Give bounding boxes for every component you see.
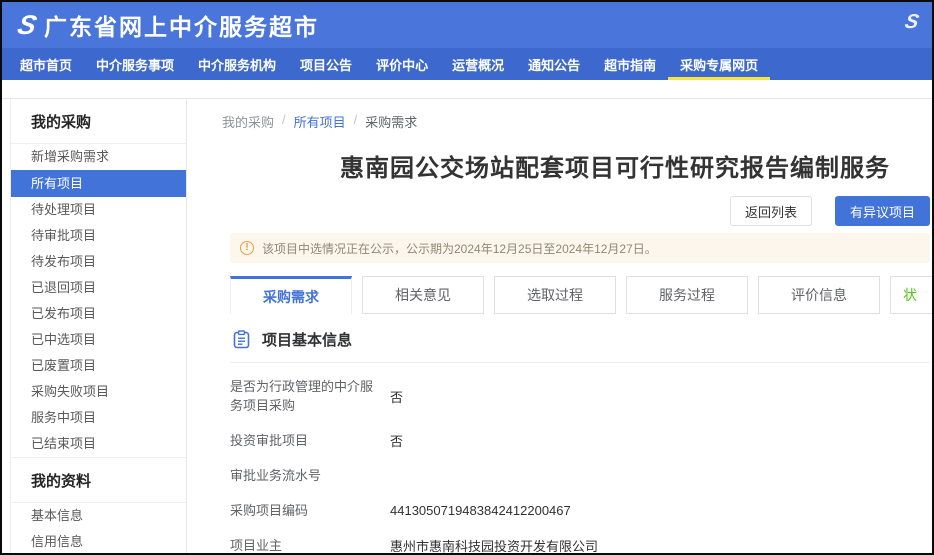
nav-item-project-notices[interactable]: 项目公告 — [288, 48, 364, 80]
nav-item-evaluation-center[interactable]: 评价中心 — [364, 48, 440, 80]
objection-project-button[interactable]: 有异议项目 — [835, 196, 930, 226]
action-buttons: 返回列表 有异议项目 — [230, 196, 930, 226]
publicity-alert: ! 该项目中选情况正在公示，公示期为2024年12月25日至2024年12月27… — [230, 233, 930, 263]
nav-item-agencies[interactable]: 中介服务机构 — [186, 48, 288, 80]
breadcrumb-my-procurement: 我的采购 — [222, 112, 274, 131]
field-label: 投资审批项目 — [230, 431, 380, 450]
sidebar-item-pending[interactable]: 待处理项目 — [11, 197, 186, 223]
corner-logo-icon: S — [902, 11, 920, 34]
sidebar-group-my-procurement: 我的采购 新增采购需求 所有项目 待处理项目 待审批项目 待发布项目 已退回项目… — [11, 99, 186, 457]
sidebar-item-pending-publish[interactable]: 待发布项目 — [11, 249, 186, 275]
tab-procurement-demand[interactable]: 采购需求 — [230, 276, 352, 314]
field-row-project-owner: 项目业主 惠州市惠南科技园投资开发有限公司 — [230, 535, 930, 555]
field-label: 项目业主 — [230, 536, 380, 555]
nav-item-purchaser-page[interactable]: 采购专属网页 — [668, 48, 770, 80]
section-title: 项目基本信息 — [262, 329, 352, 350]
nav-item-operation-overview[interactable]: 运营概况 — [440, 48, 516, 80]
basic-info-fields: 是否为行政管理的中介服务项目采购 否 投资审批项目 否 审批业务流水号 采购项目… — [230, 377, 930, 555]
clipboard-icon — [232, 330, 251, 349]
main-nav: 超市首页 中介服务事项 中介服务机构 项目公告 评价中心 运营概况 通知公告 超… — [2, 48, 932, 80]
field-row-project-code: 采购项目编码 4413050719483842412200467 — [230, 500, 930, 520]
sidebar-item-failed[interactable]: 采购失败项目 — [11, 379, 186, 405]
sidebar-item-pending-approval[interactable]: 待审批项目 — [11, 223, 186, 249]
site-title: 广东省网上中介服务超市 — [44, 8, 319, 42]
tab-service-process[interactable]: 服务过程 — [626, 276, 748, 314]
breadcrumb-all-projects[interactable]: 所有项目 — [294, 112, 346, 131]
sidebar: 我的采购 新增采购需求 所有项目 待处理项目 待审批项目 待发布项目 已退回项目… — [10, 99, 187, 555]
field-value: 4413050719483842412200467 — [390, 503, 571, 518]
sidebar-item-basic-info[interactable]: 基本信息 — [11, 503, 186, 529]
sidebar-group-title: 我的资料 — [11, 457, 186, 503]
field-label: 采购项目编码 — [230, 501, 380, 520]
tab-evaluation-info[interactable]: 评价信息 — [758, 276, 880, 314]
sidebar-item-credit-info[interactable]: 信用信息 — [11, 529, 186, 555]
detail-tabs: 采购需求 相关意见 选取过程 服务过程 评价信息 状 — [230, 276, 934, 314]
sidebar-group-my-profile: 我的资料 基本信息 信用信息 — [11, 457, 186, 555]
nav-item-service-items[interactable]: 中介服务事项 — [84, 48, 186, 80]
field-label: 审批业务流水号 — [230, 466, 380, 485]
main-panel: 我的采购 / 所有项目 / 采购需求 惠南园公交场站配套项目可行性研究报告编制服… — [187, 99, 932, 555]
nav-item-home[interactable]: 超市首页 — [8, 48, 84, 80]
field-row-approval-serial: 审批业务流水号 — [230, 465, 930, 485]
sidebar-item-selected[interactable]: 已中选项目 — [11, 327, 186, 353]
back-to-list-button[interactable]: 返回列表 — [730, 196, 812, 226]
sidebar-item-in-service[interactable]: 服务中项目 — [11, 405, 186, 431]
sidebar-item-all-projects[interactable]: 所有项目 — [11, 170, 186, 197]
sidebar-item-finished[interactable]: 已结束项目 — [11, 431, 186, 457]
nav-item-announcements[interactable]: 通知公告 — [516, 48, 592, 80]
content-area: 我的采购 新增采购需求 所有项目 待处理项目 待审批项目 待发布项目 已退回项目… — [2, 98, 932, 555]
main-inner: 惠南园公交场站配套项目可行性研究报告编制服务 返回列表 有异议项目 ! 该项目中… — [230, 148, 930, 555]
sidebar-group-title: 我的采购 — [11, 99, 186, 144]
top-header: S 广东省网上中介服务超市 S — [2, 2, 932, 48]
breadcrumb-current: 采购需求 — [365, 112, 417, 131]
breadcrumb: 我的采购 / 所有项目 / 采购需求 — [222, 112, 932, 131]
tab-related-opinions[interactable]: 相关意见 — [362, 276, 484, 314]
field-label: 是否为行政管理的中介服务项目采购 — [230, 377, 380, 415]
field-row-admin-service: 是否为行政管理的中介服务项目采购 否 — [230, 377, 930, 415]
breadcrumb-separator: / — [282, 112, 286, 131]
field-value: 否 — [390, 431, 403, 450]
site-logo-icon: S — [15, 10, 38, 41]
field-row-investment-approval: 投资审批项目 否 — [230, 430, 930, 450]
app-window: S 广东省网上中介服务超市 S 超市首页 中介服务事项 中介服务机构 项目公告 … — [0, 0, 934, 555]
page-title: 惠南园公交场站配套项目可行性研究报告编制服务 — [340, 148, 930, 183]
sidebar-item-published[interactable]: 已发布项目 — [11, 301, 186, 327]
sidebar-item-returned[interactable]: 已退回项目 — [11, 275, 186, 301]
field-value: 否 — [390, 387, 403, 406]
nav-item-guide[interactable]: 超市指南 — [592, 48, 668, 80]
tab-selection-process[interactable]: 选取过程 — [494, 276, 616, 314]
sidebar-item-abandoned[interactable]: 已废置项目 — [11, 353, 186, 379]
sidebar-item-new-demand[interactable]: 新增采购需求 — [11, 144, 186, 170]
publicity-alert-text: 该项目中选情况正在公示，公示期为2024年12月25日至2024年12月27日。 — [262, 240, 657, 257]
breadcrumb-separator: / — [354, 112, 358, 131]
section-header-basic-info: 项目基本信息 — [230, 329, 930, 363]
tab-status-cutoff[interactable]: 状 — [890, 276, 934, 314]
warning-icon: ! — [240, 241, 254, 255]
field-value: 惠州市惠南科技园投资开发有限公司 — [390, 536, 598, 555]
